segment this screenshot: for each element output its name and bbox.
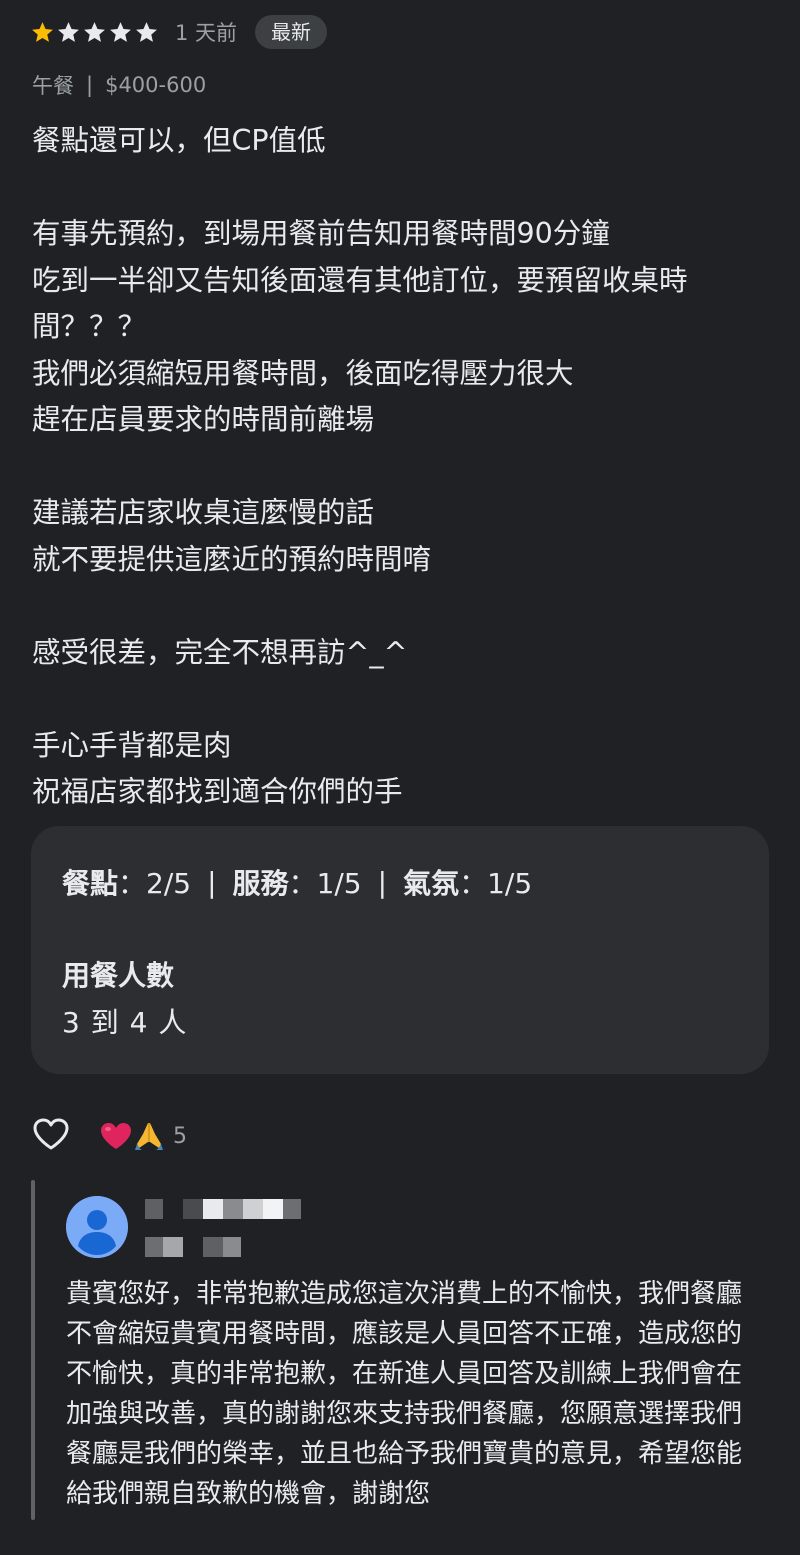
attribute-separator: | (207, 865, 217, 899)
rating-colon: ： (288, 867, 317, 900)
meta-separator: | (86, 73, 94, 97)
reply-text-line: 餐廳是我們的榮幸，並且也給予我們寶貴的意見，希望您能 (66, 1439, 743, 1469)
service-rating: 服務：1/5 (233, 862, 362, 902)
review-body: 餐點還可以，但CP值低有事先預約，到場用餐前告知用餐時間90分鐘吃到一半卻又告知… (32, 118, 762, 816)
star-empty-icon (82, 20, 107, 45)
review-text-line: 間？？？ (32, 310, 147, 343)
atmosphere-rating: 氣氛：1/5 (403, 862, 532, 902)
service-rating-label: 服務 (232, 867, 289, 900)
attribute-ratings: 餐點：2/5 | 服務：1/5 | 氣氛：1/5 (62, 862, 532, 902)
star-empty-icon (56, 20, 81, 45)
person-avatar-icon[interactable] (66, 1196, 128, 1258)
party-size-title: 用餐人數 (62, 959, 175, 992)
heart-emoji-icon (99, 1121, 133, 1151)
review-attributes-card: 餐點：2/5 | 服務：1/5 | 氣氛：1/5 用餐人數 3 到 4 人 (31, 826, 769, 1074)
review-text-line: 趕在店員要求的時間前離場 (32, 403, 375, 436)
review-text-line: 我們必須縮短用餐時間，後面吃得壓力很大 (32, 356, 574, 390)
atmosphere-rating-value: 1/5 (487, 867, 533, 900)
review-text-line (32, 444, 762, 491)
review-text-line (32, 583, 762, 630)
owner-name-redacted (145, 1199, 305, 1219)
review-text-line (32, 165, 762, 212)
reaction-count: 5 (173, 1123, 187, 1149)
review-time: 1 天前 (175, 21, 238, 45)
review-card: 1 天前 最新 午餐 | $400-600 餐點還可以，但CP值低有事先預約，到… (0, 0, 800, 1555)
owner-reply-body: 貴賓您好，非常抱歉造成您這次消費上的不愉快，我們餐廳 不會縮短貴賓用餐時間，應該是… (66, 1274, 786, 1514)
review-text-line: 手心手背都是肉 (32, 728, 232, 762)
review-text-line (32, 676, 762, 723)
like-button[interactable] (31, 1116, 71, 1156)
owner-subtitle-redacted (145, 1237, 245, 1257)
review-header: 1 天前 最新 (30, 14, 328, 50)
reply-text-line: 加強與改善，真的謝謝您來支持我們餐廳，您願意選擇我們 (66, 1399, 743, 1429)
star-empty-icon (108, 20, 133, 45)
atmosphere-rating-label: 氣氛 (403, 867, 460, 900)
service-rating-value: 1/5 (316, 867, 362, 900)
rating-colon: ： (118, 867, 147, 900)
review-text-line: 感受很差，完全不想再訪^_^ (32, 635, 408, 669)
review-text-line: 餐點還可以，但CP值低 (32, 124, 326, 157)
reply-text-line: 不愉快，真的非常抱歉，在新進人員回答及訓練上我們會在 (66, 1359, 743, 1389)
rating-colon: ： (459, 867, 488, 900)
food-rating-label: 餐點 (62, 867, 119, 900)
party-size-value: 3 到 4 人 (62, 1006, 188, 1039)
meal-type: 午餐 (32, 74, 74, 98)
food-rating-value: 2/5 (146, 867, 192, 900)
reaction-emojis[interactable] (99, 1120, 165, 1152)
heart-outline-icon (32, 1117, 70, 1155)
new-badge: 最新 (255, 15, 328, 49)
star-rating (30, 20, 159, 45)
food-rating: 餐點：2/5 (62, 862, 191, 902)
reply-border (31, 1180, 35, 1520)
attribute-separator: | (377, 865, 388, 899)
review-meta: 午餐 | $400-600 (32, 70, 206, 100)
price-range: $400-600 (105, 73, 207, 97)
review-text-line: 就不要提供這麼近的預約時間唷 (32, 542, 432, 576)
reactions-row: 5 (31, 1114, 187, 1158)
star-empty-icon (134, 20, 159, 45)
reply-text-line: 給我們親自致歉的機會，謝謝您 (66, 1479, 431, 1509)
star-filled-icon (30, 20, 55, 45)
review-text-line: 吃到一半卻又告知後面還有其他訂位，要預留收桌時 (32, 263, 688, 297)
pray-emoji-icon (133, 1120, 165, 1152)
review-text-line: 建議若店家收桌這麼慢的話 (32, 496, 375, 529)
reply-text-line: 貴賓您好，非常抱歉造成您這次消費上的不愉快，我們餐廳 (66, 1279, 743, 1309)
review-text-line: 祝福店家都找到適合你們的手 (32, 775, 403, 808)
review-text-line: 有事先預約，到場用餐前告知用餐時間90分鐘 (32, 217, 610, 250)
reply-text-line: 不會縮短貴賓用餐時間，應該是人員回答不正確，造成您的 (66, 1319, 743, 1349)
